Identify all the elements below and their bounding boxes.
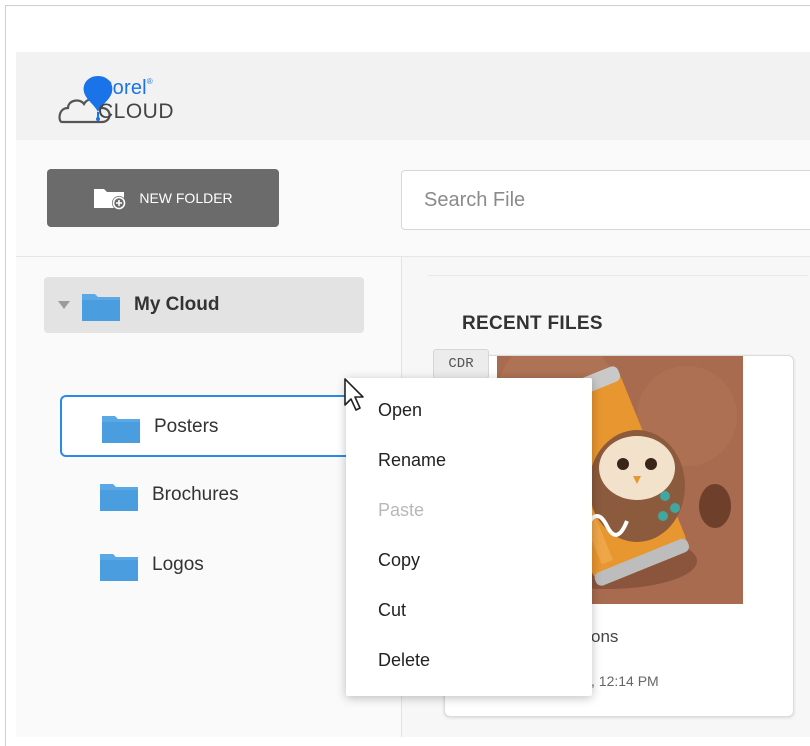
- file-type-badge: CDR: [433, 349, 489, 379]
- context-menu: Open Rename Paste Copy Cut Delete: [346, 378, 592, 696]
- trademark-mark: ®: [146, 77, 153, 86]
- folder-icon: [82, 294, 120, 321]
- menu-item-open[interactable]: Open: [378, 400, 422, 421]
- folder-plus-icon: [94, 189, 127, 210]
- search-input[interactable]: [402, 171, 806, 229]
- app-header: Corel® CLOUD: [16, 52, 810, 141]
- menu-item-paste: Paste: [378, 500, 425, 520]
- new-folder-button[interactable]: NEW FOLDER: [47, 169, 279, 227]
- folder-tree: My Cloud Posters Brochures Logos: [16, 257, 402, 737]
- toolbar: NEW FOLDER: [16, 140, 810, 257]
- tree-item-label: Logos: [152, 554, 204, 575]
- tree-root-my-cloud[interactable]: My Cloud: [44, 277, 364, 333]
- menu-item-cut[interactable]: Cut: [378, 600, 406, 621]
- brand-name: Corel®: [98, 77, 153, 99]
- tree-item-label: Brochures: [152, 484, 239, 505]
- file-name: ons: [591, 627, 619, 646]
- new-folder-label: NEW FOLDER: [139, 190, 233, 206]
- menu-item-delete[interactable]: Delete: [378, 650, 430, 671]
- mouse-cursor-icon: [344, 378, 364, 411]
- brand-subtitle: CLOUD: [98, 100, 175, 123]
- search-box[interactable]: [401, 170, 810, 230]
- menu-item-rename[interactable]: Rename: [378, 450, 446, 471]
- divider: [428, 275, 808, 276]
- file-date: , 12:14 PM: [591, 673, 659, 689]
- folder-icon: [100, 554, 138, 581]
- folder-icon: [102, 416, 140, 443]
- tree-item-brochures[interactable]: Brochures: [60, 465, 366, 527]
- folder-icon: [100, 484, 138, 511]
- menu-item-copy[interactable]: Copy: [378, 550, 420, 571]
- tree-root-label: My Cloud: [134, 294, 220, 315]
- tree-item-posters[interactable]: Posters: [60, 395, 366, 457]
- section-title-recent-files: RECENT FILES: [462, 313, 603, 334]
- tree-item-label: Posters: [154, 416, 219, 437]
- expand-triangle-icon[interactable]: [58, 301, 70, 309]
- tree-item-logos[interactable]: Logos: [60, 535, 366, 597]
